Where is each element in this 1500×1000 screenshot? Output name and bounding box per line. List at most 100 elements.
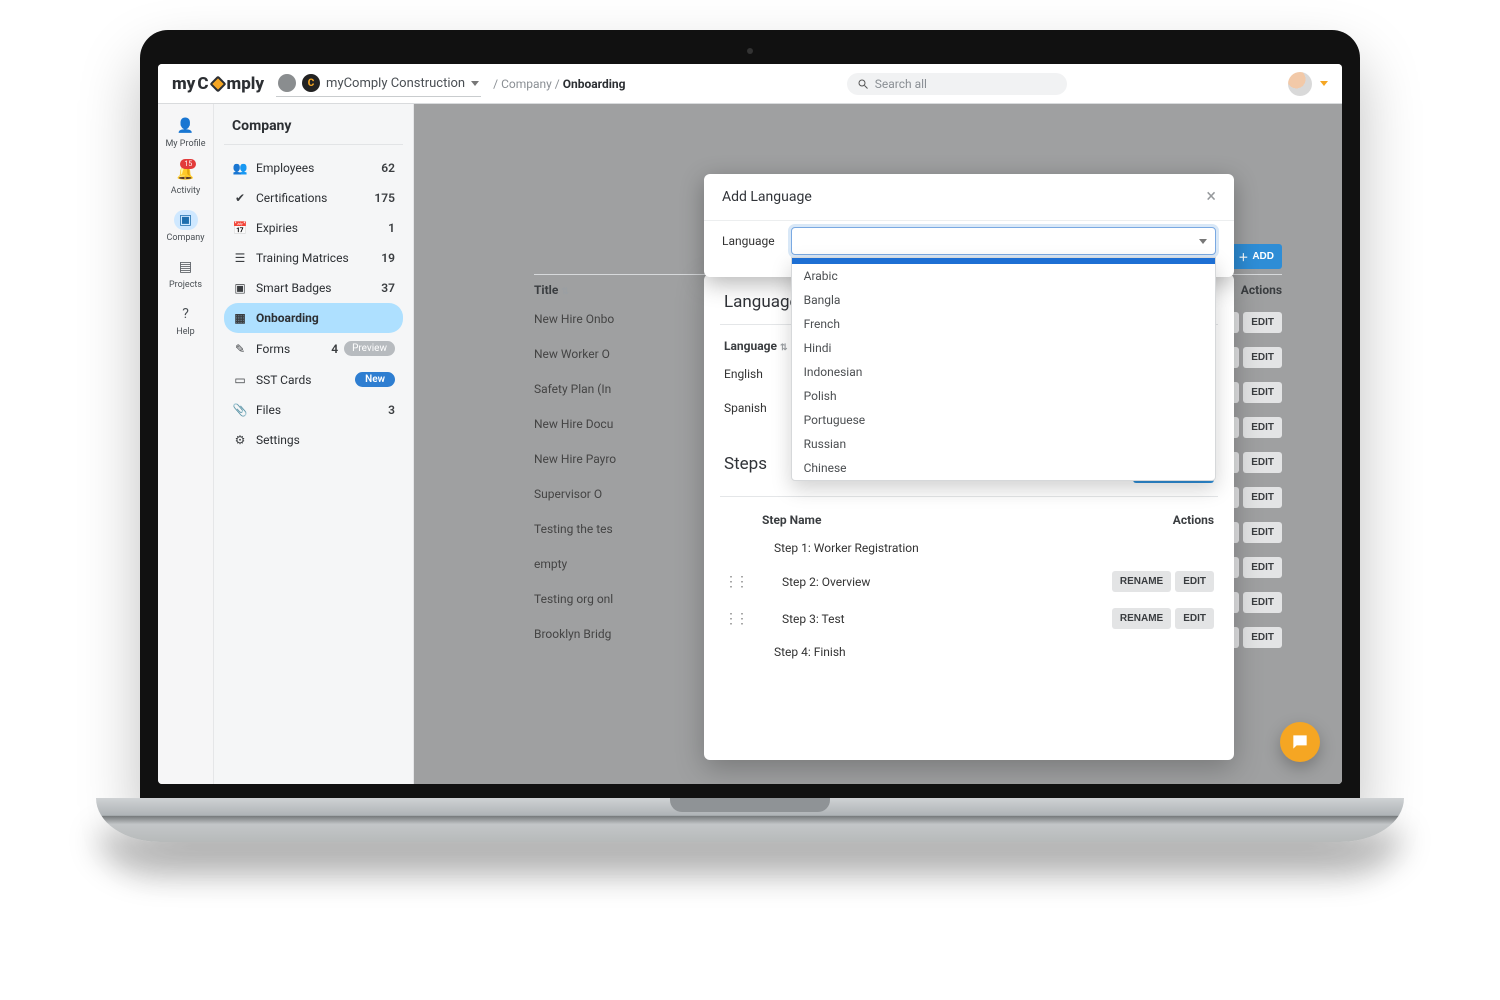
edit-button[interactable]: EDIT [1175, 608, 1214, 629]
sidebar-count: 1 [388, 221, 395, 235]
employees-icon: 👥 [232, 161, 248, 175]
crumb-root[interactable]: Company [501, 77, 552, 91]
add-button[interactable]: ＋ ADD [1230, 244, 1282, 269]
sidebar-item-forms[interactable]: ✎Forms4Preview [224, 333, 403, 364]
language-option[interactable]: Chinese [792, 456, 1215, 480]
sidebar-item-matrices[interactable]: ☰Training Matrices19 [224, 243, 403, 273]
caret-down-icon [1320, 81, 1328, 86]
close-icon[interactable]: × [1206, 188, 1216, 206]
matrices-icon: ☰ [232, 251, 248, 265]
sidebar-item-badges[interactable]: ▣Smart Badges37 [224, 273, 403, 303]
sidebar-title: Company [224, 118, 403, 145]
drag-handle-icon[interactable]: ⋮⋮ [724, 611, 746, 627]
rail-activity[interactable]: 🔔 15 Activity [171, 163, 200, 196]
search-placeholder: Search all [875, 77, 927, 91]
user-menu[interactable] [1288, 72, 1328, 96]
sidebar-item-employees[interactable]: 👥Employees62 [224, 153, 403, 183]
edit-button[interactable]: EDIT [1243, 522, 1282, 543]
step-row: ⋮⋮Step 3: TestRENAMEEDIT [724, 600, 1214, 637]
sort-icon: ⇅ [561, 287, 569, 297]
col-title[interactable]: Title [534, 283, 558, 297]
row-title: New Hire Payro [534, 452, 616, 473]
rail-company[interactable]: ▣ Company [166, 210, 204, 243]
chevron-down-icon [1199, 239, 1207, 244]
rail-projects[interactable]: ▤ Projects [169, 257, 202, 290]
laptop-camera [747, 48, 753, 54]
sidebar-item-sst[interactable]: ▭SST CardsNew [224, 364, 403, 395]
sidebar-item-onboard[interactable]: ▦Onboarding [224, 303, 403, 333]
rail-help[interactable]: ? Help [174, 304, 198, 337]
search-input[interactable]: Search all [847, 73, 1067, 95]
step-row: Step 4: Finish [724, 637, 1214, 667]
expiries-icon: 📅 [232, 221, 248, 235]
sidebar-label: Training Matrices [256, 251, 349, 265]
org-avatar2-icon: C [302, 74, 320, 92]
lang-col[interactable]: Language [724, 339, 777, 353]
language-name: Spanish [724, 401, 767, 422]
brand-logo: my C mply [172, 74, 264, 94]
rename-button[interactable]: RENAME [1112, 571, 1171, 592]
sidebar-item-files[interactable]: 📎Files3 [224, 395, 403, 425]
edit-button[interactable]: EDIT [1243, 382, 1282, 403]
sidebar-label: SST Cards [256, 373, 311, 387]
edit-button[interactable]: EDIT [1243, 312, 1282, 333]
edit-button[interactable]: EDIT [1243, 417, 1282, 438]
company-sidebar: Company 👥Employees62 ✔ Certifications 175 📅 E… [214, 104, 414, 784]
language-option[interactable]: Arabic [792, 264, 1215, 288]
language-select[interactable] [791, 227, 1216, 255]
rail-profile[interactable]: 👤 My Profile [165, 116, 205, 149]
help-icon: ? [174, 304, 198, 324]
row-title: Safety Plan (In [534, 382, 611, 403]
edit-button[interactable]: EDIT [1243, 557, 1282, 578]
language-option[interactable]: Portuguese [792, 408, 1215, 432]
language-option[interactable]: Russian [792, 432, 1215, 456]
caret-down-icon [471, 81, 479, 86]
modal-title: Add Language [722, 189, 812, 205]
sidebar-count: 175 [374, 191, 395, 205]
language-option[interactable]: French [792, 312, 1215, 336]
chat-fab[interactable] [1280, 722, 1320, 762]
sidebar-count: 62 [381, 161, 395, 175]
brand-post: mply [227, 74, 265, 94]
sidebar-label: Expiries [256, 221, 298, 235]
actions-col: Actions [1173, 513, 1214, 527]
sidebar-item-settings[interactable]: ⚙Settings [224, 425, 403, 455]
sidebar-item-certs[interactable]: ✔ Certifications 175 [224, 183, 403, 213]
language-option[interactable]: Bangla [792, 288, 1215, 312]
steps-heading: Steps [724, 454, 767, 474]
rail-label: Projects [169, 280, 202, 290]
sidebar-label: Certifications [256, 191, 327, 205]
language-option[interactable]: Polish [792, 384, 1215, 408]
edit-button[interactable]: EDIT [1243, 452, 1282, 473]
certs-icon: ✔ [232, 191, 248, 205]
row-title: empty [534, 557, 567, 578]
add-language-modal: Add Language × Language [704, 174, 1234, 277]
org-switcher[interactable]: C myComply Construction [276, 70, 481, 97]
edit-button[interactable]: EDIT [1175, 571, 1214, 592]
step-name: Step 2: Overview [782, 575, 870, 589]
row-title: New Hire Docu [534, 417, 613, 438]
brand-pre: my [172, 74, 195, 94]
edit-button[interactable]: EDIT [1243, 487, 1282, 508]
preview-pill: Preview [344, 341, 395, 356]
edit-button[interactable]: EDIT [1243, 347, 1282, 368]
row-title: Brooklyn Bridg [534, 627, 611, 648]
sidebar-item-expiries[interactable]: 📅 Expiries 1 [224, 213, 403, 243]
edit-button[interactable]: EDIT [1243, 592, 1282, 613]
sidebar-label: Files [256, 403, 281, 417]
rail-label: Activity [171, 186, 200, 196]
step-name: Step 1: Worker Registration [774, 541, 919, 555]
drag-handle-icon[interactable]: ⋮⋮ [724, 574, 746, 590]
sort-icon: ⇅ [780, 343, 788, 353]
language-option[interactable]: Hindi [792, 336, 1215, 360]
rename-button[interactable]: RENAME [1112, 608, 1171, 629]
search-icon [857, 78, 869, 90]
sidebar-label: Smart Badges [256, 281, 332, 295]
rail-label: My Profile [165, 139, 205, 149]
sidebar-count: 37 [381, 281, 395, 295]
language-option[interactable]: Indonesian [792, 360, 1215, 384]
edit-button[interactable]: EDIT [1243, 627, 1282, 648]
breadcrumb: / Company / Onboarding [493, 77, 625, 91]
brand-mid: C [197, 74, 208, 94]
org-name: myComply Construction [326, 76, 465, 91]
